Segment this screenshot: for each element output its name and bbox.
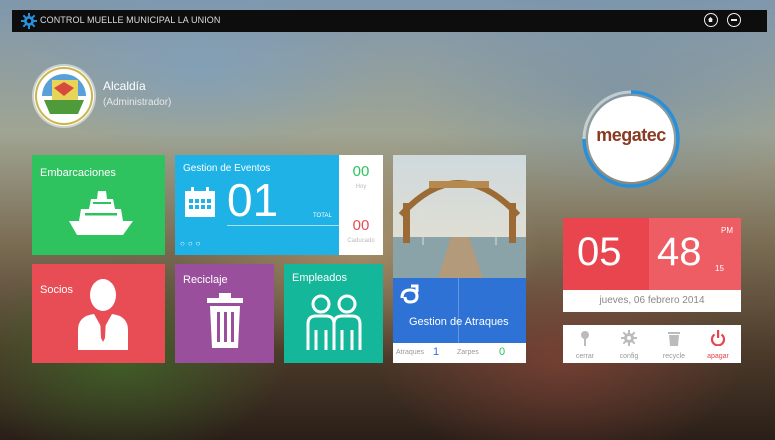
tool-cerrar[interactable]: cerrar (563, 325, 607, 363)
home-icon[interactable] (704, 13, 718, 27)
tool-label: recycle (662, 353, 686, 360)
user-role: (Administrador) (103, 97, 172, 108)
events-side-panel: 00 Hoy 00 Caducado (339, 155, 383, 255)
events-total-count: 01 (227, 174, 279, 226)
municipal-seal-icon (35, 67, 93, 125)
clock-minute-panel: 48 15 PM (649, 218, 741, 290)
employees-icon (306, 294, 362, 350)
clock-seconds: 15 (715, 264, 724, 273)
events-total-label: TOTAL (313, 213, 332, 219)
zarpes-label: Zarpes (457, 349, 479, 356)
clock-ampm: PM (721, 226, 733, 235)
tile-socios[interactable]: Socios (32, 264, 165, 363)
user-name: Alcaldía (103, 79, 146, 93)
date-display: jueves, 06 febrero 2014 (563, 290, 741, 312)
ship-icon (69, 191, 133, 235)
power-icon (710, 330, 726, 346)
zarpes-value: 0 (499, 346, 506, 358)
gear-icon (621, 330, 637, 346)
tile-gestion-atraques[interactable]: Gestion de Atraques (393, 278, 526, 343)
rope-icon (400, 284, 419, 304)
pin-icon (581, 331, 589, 346)
atraques-stats: Atraques 1 Zarpes 0 (393, 343, 526, 363)
user-icon (78, 279, 128, 350)
tile-gestion-eventos[interactable]: Gestion de Eventos 01 TOTAL ○○○ (175, 155, 339, 255)
tool-apagar[interactable]: apagar (696, 325, 740, 363)
tile-label: Gestion de Eventos (183, 163, 271, 174)
tile-label: Gestion de Atraques (409, 316, 509, 328)
brand-logo-text: megatec (596, 125, 666, 145)
tools-bar: cerrar config recycle apagar (563, 325, 741, 363)
tool-label: config (619, 353, 639, 360)
page-dots[interactable]: ○○○ (180, 239, 204, 248)
divider (227, 225, 339, 226)
events-expired-count: 00 (352, 217, 370, 234)
gear-icon (21, 13, 37, 29)
minimize-icon[interactable] (727, 13, 741, 27)
clock-tile: 05 48 15 PM (563, 218, 741, 290)
atraques-label: Atraques (396, 349, 425, 356)
avatar (34, 66, 94, 126)
events-today-count: 00 (352, 163, 370, 180)
tile-reciclaje[interactable]: Reciclaje (175, 264, 274, 363)
divider (458, 278, 459, 343)
atraques-value: 1 (433, 346, 440, 358)
window-title: CONTROL MUELLE MUNICIPAL LA UNION (40, 15, 221, 25)
tile-label: Reciclaje (183, 274, 228, 286)
clock-minute: 48 (657, 230, 702, 274)
tile-label: Socios (40, 284, 74, 296)
title-bar: CONTROL MUELLE MUNICIPAL LA UNION (12, 10, 767, 32)
tool-label: cerrar (575, 353, 595, 360)
events-today-label: Hoy (355, 184, 367, 190)
tool-label: apagar (707, 353, 729, 360)
tile-label: Empleados (292, 272, 348, 284)
clock-hour-panel: 05 (563, 218, 649, 290)
tool-recycle[interactable]: recycle (652, 325, 696, 363)
tile-label: Embarcaciones (40, 167, 116, 179)
clock-hour: 05 (577, 230, 622, 274)
trash-icon (668, 332, 680, 346)
trash-icon (207, 293, 243, 348)
pier-photo (393, 155, 526, 278)
tool-config[interactable]: config (607, 325, 651, 363)
tile-embarcaciones[interactable]: Embarcaciones (32, 155, 165, 255)
calendar-icon (185, 187, 215, 217)
tile-empleados[interactable]: Empleados (284, 264, 383, 363)
events-expired-label: Caducado (347, 238, 375, 244)
